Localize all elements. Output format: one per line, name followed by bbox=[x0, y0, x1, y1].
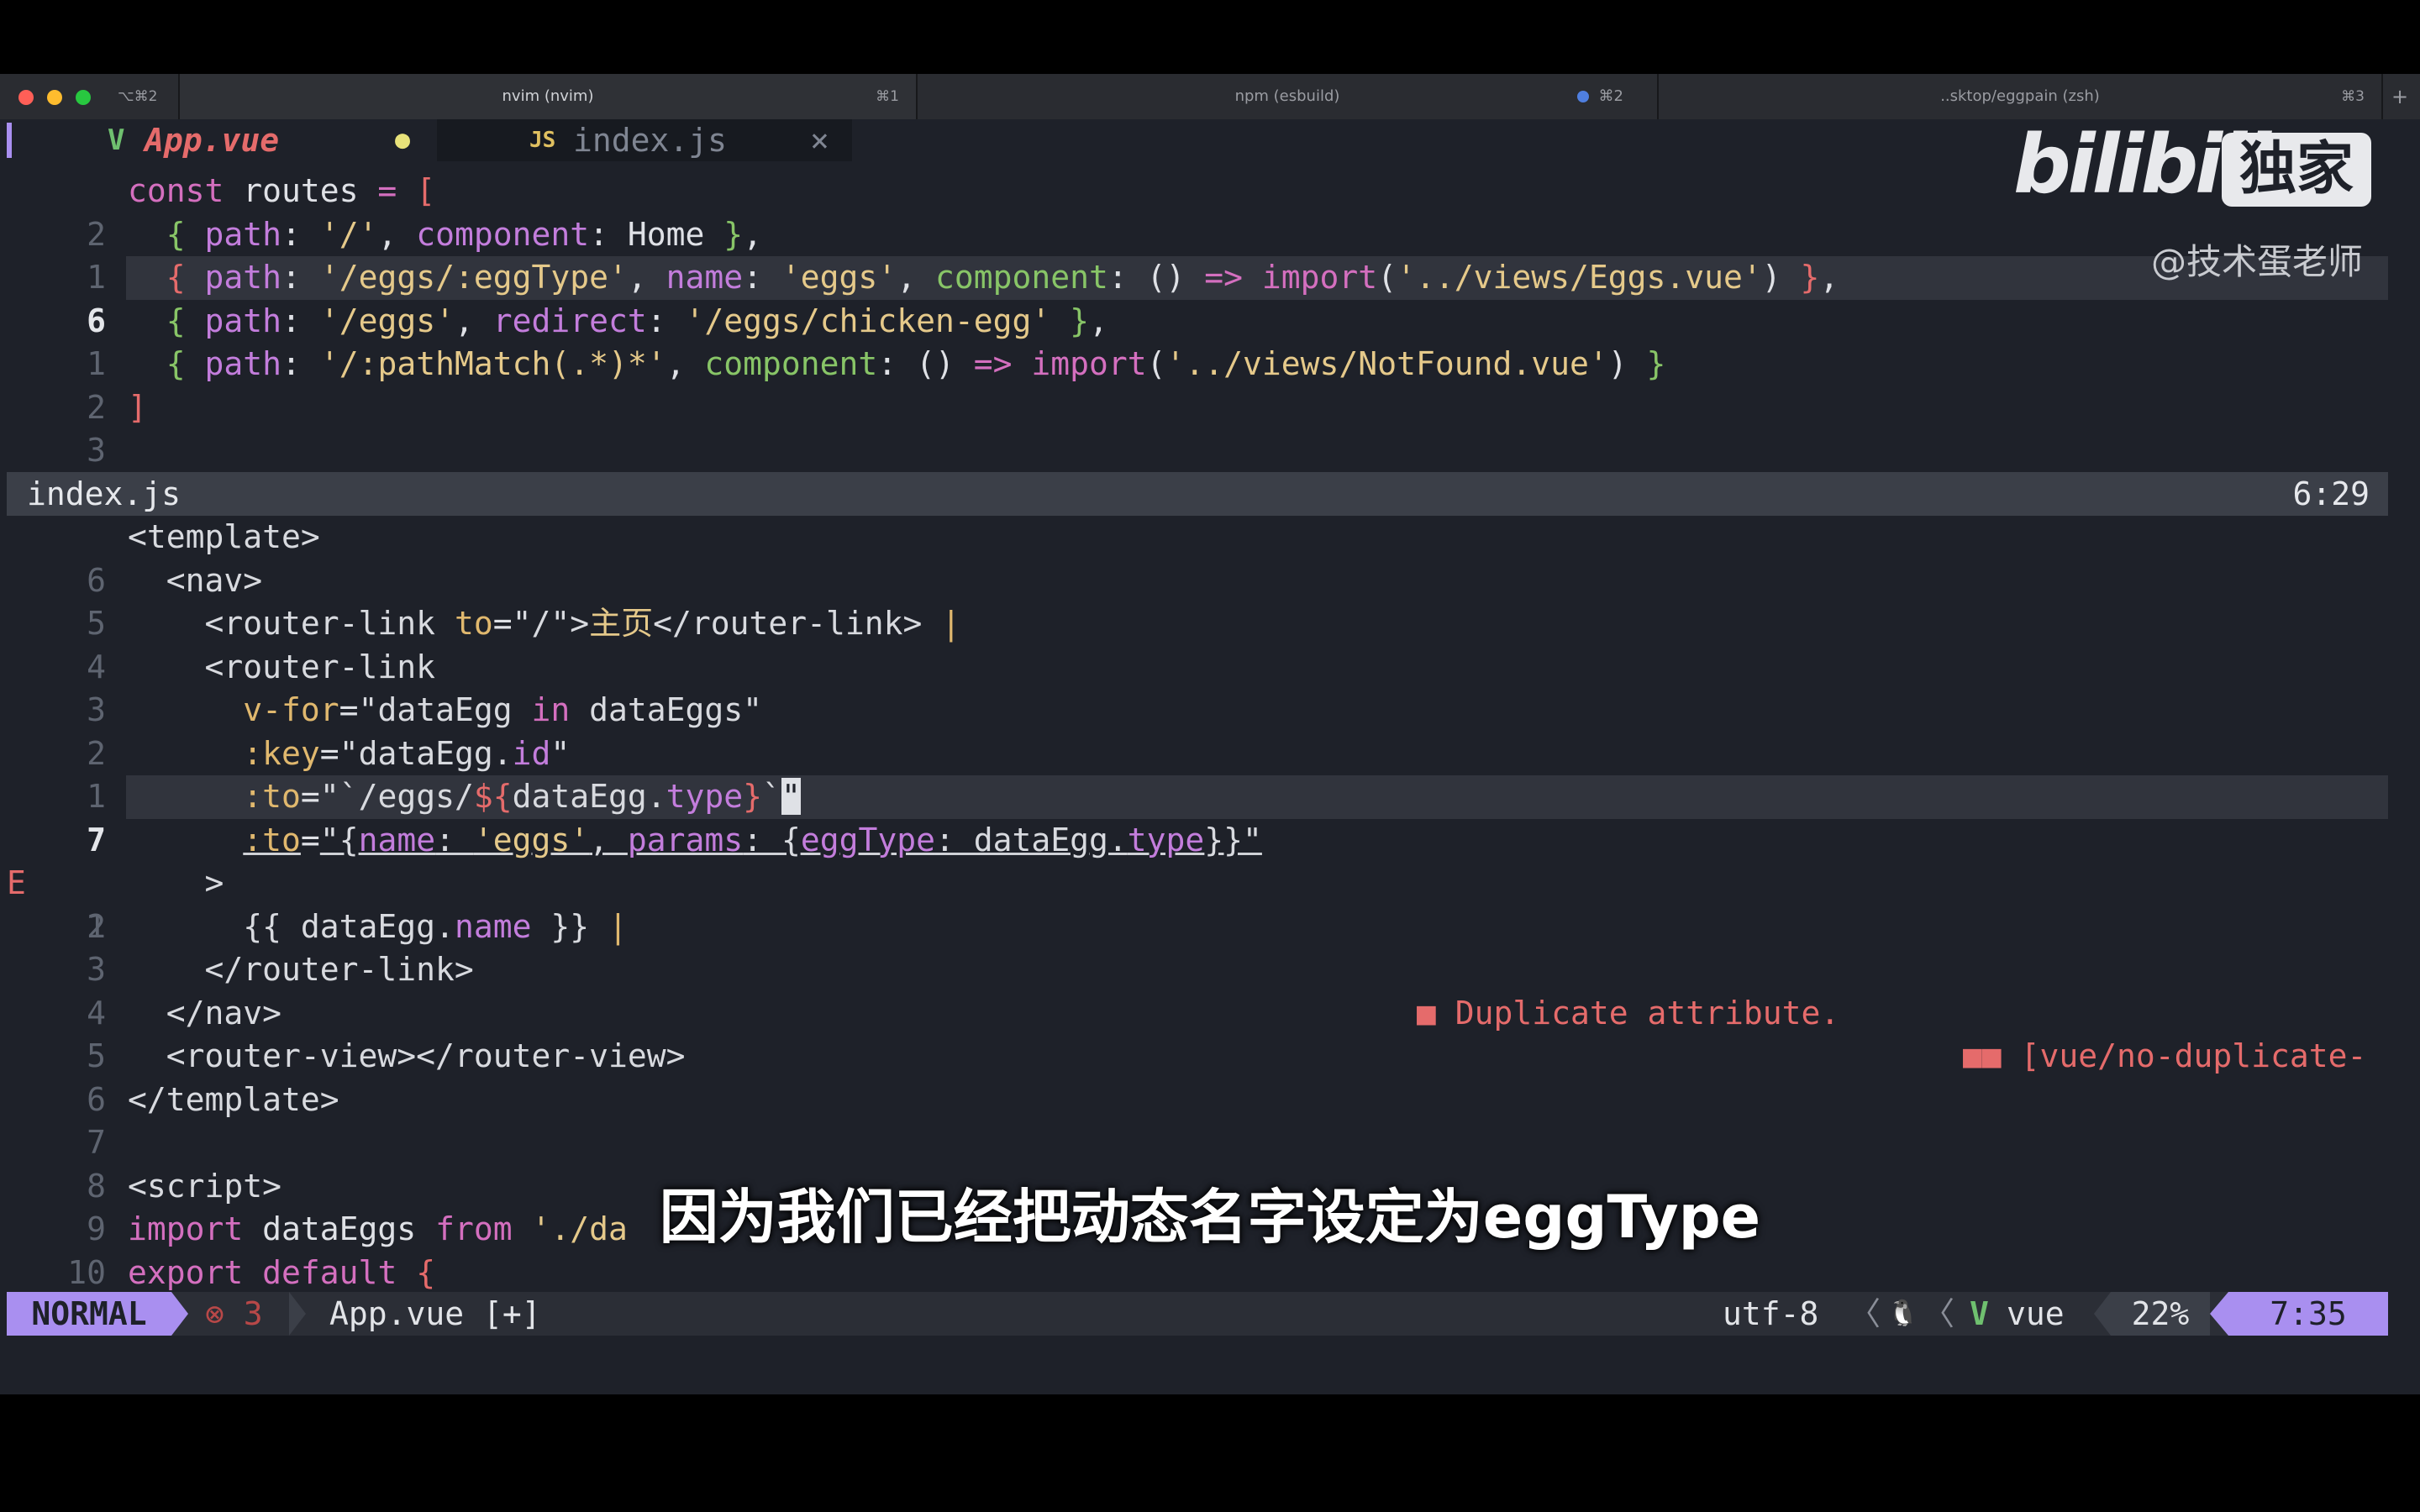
terminal-tab-bar: ⌥⌘2 nvim (nvim) ⌘1 npm (esbuild) ⌘2 ..sk… bbox=[0, 74, 2420, 121]
vue-icon: V bbox=[1970, 1295, 1989, 1332]
status-filename: App.vue [+] bbox=[329, 1295, 541, 1332]
section-separator bbox=[2210, 1292, 2228, 1336]
terminal-tab-title: npm (esbuild) bbox=[1234, 87, 1340, 105]
mode-indicator: NORMAL bbox=[7, 1292, 171, 1336]
close-buffer-button[interactable]: × bbox=[810, 119, 829, 161]
encoding: utf-8 bbox=[1723, 1295, 1819, 1332]
terminal-tab-zsh[interactable]: ..sktop/eggpain (zsh) ⌘3 bbox=[1659, 74, 2381, 119]
modified-indicator: ● bbox=[395, 125, 411, 155]
code-line: 4 <router-link to="/">主页</router-link> | bbox=[0, 602, 2420, 685]
exclusive-badge: 独家 bbox=[2222, 133, 2371, 207]
code-line: 7 </template> bbox=[0, 1079, 2420, 1162]
video-subtitle: 因为我们已经把动态名字设定为eggType bbox=[659, 1183, 1761, 1252]
window-shortcut: ⌥⌘2 bbox=[118, 88, 158, 105]
code-line: 1 :key="dataEgg.id" bbox=[0, 732, 2420, 816]
code-line-with-error: E 1 :to="{name: 'eggs', params: {eggType… bbox=[0, 819, 2420, 1075]
code-line: 5 <nav> bbox=[0, 559, 2420, 643]
vue-icon: V bbox=[108, 123, 125, 157]
buffer-tab-label: App.vue bbox=[145, 122, 280, 159]
code-line: 2 { path: '/:pathMatch(.*)*', component:… bbox=[0, 343, 2420, 426]
zoom-window-button[interactable] bbox=[76, 90, 91, 105]
code-line: 4 </router-link> bbox=[0, 948, 2420, 1032]
new-tab-button[interactable]: + bbox=[2391, 74, 2408, 119]
winbar-position: 6:29 bbox=[2292, 475, 2370, 512]
code-line: 2 > bbox=[0, 862, 2420, 945]
minimize-window-button[interactable] bbox=[47, 90, 62, 105]
statusline: NORMAL ⊗ 3 App.vue [+] utf-8 〈 🐧 〈 V vue… bbox=[7, 1292, 2388, 1336]
code-line: 6 <router-view></router-view> bbox=[0, 1035, 2420, 1118]
terminal-tab-title: nvim (nvim) bbox=[502, 87, 594, 105]
buffer-tab-label: index.js bbox=[573, 122, 728, 159]
buffer-tab-app-vue[interactable]: V App.vue ● bbox=[12, 119, 420, 161]
author-watermark: @技术蛋老师 bbox=[2151, 241, 2364, 282]
window-separator-bar: index.js 6:29 bbox=[7, 472, 2388, 516]
section-separator bbox=[289, 1292, 306, 1336]
terminal-tab-shortcut: ⌘3 bbox=[2341, 88, 2365, 105]
section-separator bbox=[2094, 1292, 2111, 1336]
scroll-percent: 22% bbox=[2111, 1292, 2210, 1336]
code-line: 1 { path: '/eggs', redirect: '/eggs/chic… bbox=[0, 300, 2420, 383]
activity-dot-icon bbox=[1576, 91, 1589, 102]
buffer-tab-index-js[interactable]: JS index.js × bbox=[437, 119, 852, 161]
code-line: 8 bbox=[0, 1121, 2420, 1205]
code-line: 1 { path: '/', component: Home }, bbox=[0, 213, 2420, 297]
code-line: 3 <router-link bbox=[0, 646, 2420, 729]
close-window-button[interactable] bbox=[18, 90, 34, 105]
cursor-position: 7:35 bbox=[2228, 1292, 2388, 1336]
filetype: vue bbox=[2007, 1295, 2065, 1332]
code-line: 7 :to="`/eggs/${dataEgg.type}`" bbox=[0, 775, 2420, 858]
code-line: 5 </nav> bbox=[0, 992, 2420, 1075]
code-line: 4 bbox=[0, 429, 2420, 512]
terminal-tab-shortcut: ⌘1 bbox=[876, 88, 899, 105]
terminal-tab-shortcut: ⌘2 bbox=[1598, 87, 1623, 105]
mode-separator bbox=[171, 1292, 188, 1336]
code-line: 3 ] bbox=[0, 386, 2420, 470]
code-line: 6 <template> bbox=[0, 516, 2420, 599]
winbar-filename: index.js bbox=[27, 475, 182, 512]
code-line: 3 {{ dataEgg.name }} | bbox=[0, 906, 2420, 989]
linux-icon: 🐧 bbox=[1887, 1299, 1919, 1328]
error-count: ⊗ 3 bbox=[205, 1295, 263, 1332]
cursor: " bbox=[781, 778, 801, 815]
terminal-tab-npm[interactable]: npm (esbuild) ⌘2 bbox=[918, 74, 1657, 119]
terminal-tab-nvim[interactable]: nvim (nvim) ⌘1 bbox=[180, 74, 916, 119]
code-line: 6 { path: '/eggs/:eggType', name: 'eggs'… bbox=[0, 256, 2420, 339]
code-line: 2 v-for="dataEgg in dataEggs" bbox=[0, 689, 2420, 772]
javascript-icon: JS bbox=[529, 128, 556, 153]
terminal-tab-title: ..sktop/eggpain (zsh) bbox=[1940, 87, 2100, 105]
code-line: 11 export default { bbox=[0, 1252, 2420, 1335]
